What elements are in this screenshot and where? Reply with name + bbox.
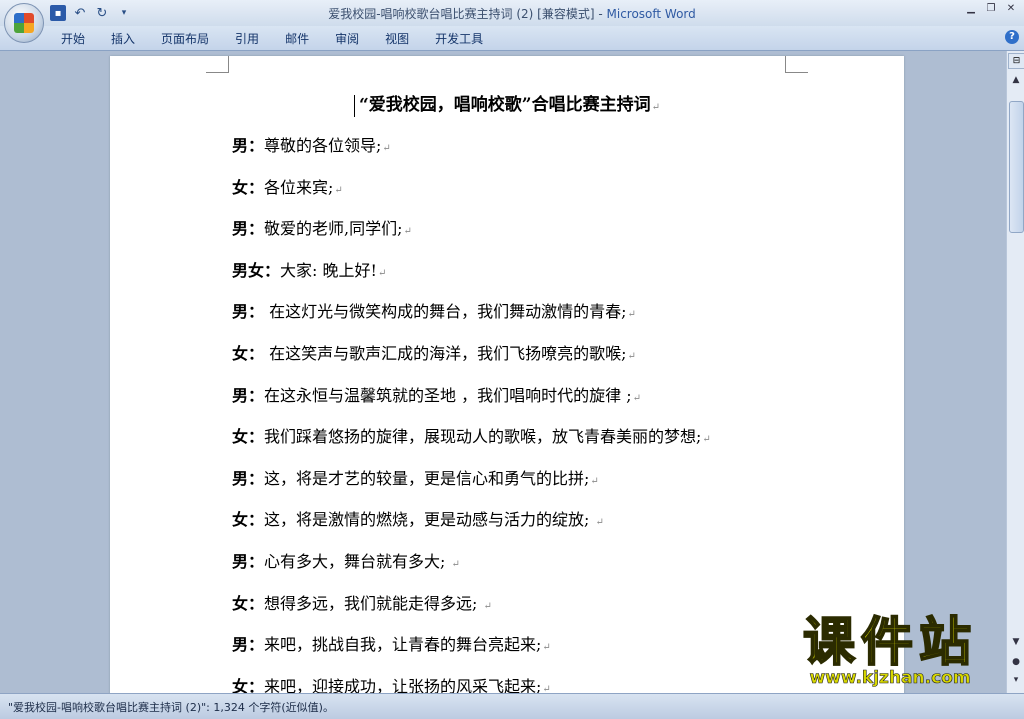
paragraph-text: 尊敬的各位领导; [264,136,382,155]
speaker-label: 女： [232,344,265,363]
speaker-label: 男： [232,552,265,571]
paragraph-text: 在这笑声与歌声汇成的海洋，我们飞扬嘹亮的歌喉; [264,344,627,363]
document-page[interactable]: “爱我校园，唱响校歌”合唱比赛主持词↵ 男：尊敬的各位领导;↵ 女：各位来宾;↵ 男… [110,56,904,693]
speaker-label: 男女： [232,260,281,280]
ribbon: 开始 插入 页面布局 引用 邮件 审阅 视图 开发工具 ? [0,26,1024,51]
paragraph-text: 敬爱的老师,同学们; [264,219,403,239]
document-workspace: “爱我校园，唱响校歌”合唱比赛主持词↵ 男：尊敬的各位领导;↵ 女：各位来宾;↵ 男… [0,51,1006,693]
paragraph-mark: ↵ [483,600,492,612]
speaker-label: 女： [232,510,265,530]
minimize-button[interactable]: ▁ [962,2,980,16]
paragraph-text: 各位来宾; [264,177,334,197]
paragraph: 男：尊敬的各位领导;↵ [232,132,391,156]
paragraph: 女：想得多远，我们就能走得多远; ↵ [232,590,492,614]
select-browse-object-icon[interactable]: ● [1008,655,1024,669]
speaker-label: 女： [232,427,265,447]
help-icon[interactable]: ? [1005,30,1019,44]
tab-review[interactable]: 审阅 [322,30,372,48]
speaker-label: 女： [232,593,265,613]
text-cursor [354,94,356,117]
restore-button[interactable]: ❐ [982,2,1000,16]
speaker-label: 男： [232,302,265,322]
tab-page-layout[interactable]: 页面布局 [148,30,222,48]
speaker-label: 男： [232,136,265,155]
paragraph-mark: ↵ [627,351,636,362]
paragraph-mark: ↵ [595,517,604,529]
scroll-thumb[interactable] [1009,101,1024,233]
paragraph-mark: ↵ [651,102,660,113]
document-title: “爱我校园，唱响校歌”合唱比赛主持词↵ [110,90,904,117]
paragraph-text: 这，将是激情的燃烧，更是动感与活力的绽放; [264,510,595,530]
paragraph: 男：这，将是才艺的较量，更是信心和勇气的比拼;↵ [232,465,599,489]
tab-insert[interactable]: 插入 [98,30,148,48]
paragraph-mark: ↵ [334,184,343,196]
tab-view[interactable]: 视图 [372,30,422,48]
margin-corner-right [785,56,808,73]
paragraph: 女： 在这笑声与歌声汇成的海洋，我们飞扬嘹亮的歌喉;↵ [232,340,636,364]
paragraph-mark: ↵ [627,309,636,321]
ruler-toggle-icon[interactable]: ⊟ [1008,53,1024,69]
speaker-label: 男： [232,385,265,405]
paragraph-mark: ↵ [382,143,391,154]
paragraph-text: 想得多远，我们就能走得多远; [264,593,483,613]
paragraph-mark: ↵ [403,226,412,238]
title-bar: ▪ ↶ ↻ ▾ 爱我校园-唱响校歌台唱比赛主持词 (2) [兼容模式] - Mi… [0,0,1024,26]
paragraph: 女：各位来宾;↵ [232,174,343,198]
paragraph-text: 来吧，迎接成功，让张扬的风采飞起来; [264,676,542,693]
paragraph-text: 心有多大，舞台就有多大; [264,552,451,571]
paragraph: 男： 在这灯光与微笑构成的舞台，我们舞动激情的青春;↵ [232,298,636,322]
watermark-logo: 课件站 www.kjzhan.com [770,613,1010,696]
scroll-up-icon[interactable]: ▲ [1008,73,1024,87]
paragraph-text: 在这永恒与温馨筑就的圣地 ，我们唱响时代的旋律 ; [264,385,632,405]
paragraph-mark: ↵ [377,267,387,279]
paragraph-text: 来吧，挑战自我，让青春的舞台亮起来; [264,635,542,655]
paragraph-text: 在这灯光与微笑构成的舞台，我们舞动激情的青春; [264,302,627,322]
speaker-label: 男： [232,468,265,488]
paragraph-mark: ↵ [632,392,641,404]
tab-mailings[interactable]: 邮件 [272,30,322,48]
vertical-scrollbar[interactable]: ⊟ ▲ ▼ ● ▾ [1006,51,1024,693]
close-button[interactable]: ✕ [1002,2,1020,16]
paragraph: 女：我们踩着悠扬的旋律，展现动人的歌喉，放飞青春美丽的梦想;↵ [232,423,711,447]
window-title: 爱我校园-唱响校歌台唱比赛主持词 (2) [兼容模式] - Microsoft … [0,5,1024,22]
paragraph-text: 大家: 晚上好! [280,260,377,280]
paragraph-mark: ↵ [451,559,460,570]
paragraph: 女：这，将是激情的燃烧，更是动感与活力的绽放; ↵ [232,506,604,530]
paragraph: 男：在这永恒与温馨筑就的圣地 ，我们唱响时代的旋律 ;↵ [232,382,641,406]
ribbon-tabs: 开始 插入 页面布局 引用 邮件 审阅 视图 开发工具 [48,30,496,48]
next-page-icon[interactable]: ▾ [1008,673,1024,687]
document-title-text: “爱我校园，唱响校歌”合唱比赛主持词 [359,95,651,115]
paragraph: 男女：大家: 晚上好!↵ [232,257,386,281]
window-controls: ▁ ❐ ✕ [962,2,1020,16]
speaker-label: 女： [232,676,265,693]
speaker-label: 女： [232,177,265,197]
paragraph: 男：心有多大，舞台就有多大; ↵ [232,548,460,572]
status-text: "爱我校园-唱响校歌台唱比赛主持词 (2)": 1,324 个字符(近似值)。 [8,701,334,714]
paragraph-mark: ↵ [542,642,551,654]
speaker-label: 男： [232,219,265,239]
paragraph-mark: ↵ [542,683,551,693]
office-logo-icon [14,13,34,33]
tab-home[interactable]: 开始 [48,30,98,48]
paragraph: 男：敬爱的老师,同学们;↵ [232,215,412,239]
margin-corner-left [206,56,229,73]
window-title-doc: 爱我校园-唱响校歌台唱比赛主持词 (2) [兼容模式] - [328,7,607,21]
paragraph-text: 这，将是才艺的较量，更是信心和勇气的比拼; [264,468,590,488]
office-button[interactable] [4,3,44,43]
speaker-label: 男： [232,635,265,655]
tab-references[interactable]: 引用 [222,30,272,48]
paragraph-mark: ↵ [702,434,711,446]
tab-developer[interactable]: 开发工具 [422,30,496,48]
paragraph: 男：来吧，挑战自我，让青春的舞台亮起来;↵ [232,631,551,655]
window-title-app: Microsoft Word [606,7,696,21]
scroll-down-icon[interactable]: ▼ [1008,635,1024,649]
paragraph-text: 我们踩着悠扬的旋律，展现动人的歌喉，放飞青春美丽的梦想; [264,427,702,447]
status-bar: "爱我校园-唱响校歌台唱比赛主持词 (2)": 1,324 个字符(近似值)。 [0,693,1024,719]
paragraph: 女：来吧，迎接成功，让张扬的风采飞起来;↵ [232,673,551,693]
paragraph-mark: ↵ [590,475,599,487]
watermark-main: 课件站 [802,613,977,673]
